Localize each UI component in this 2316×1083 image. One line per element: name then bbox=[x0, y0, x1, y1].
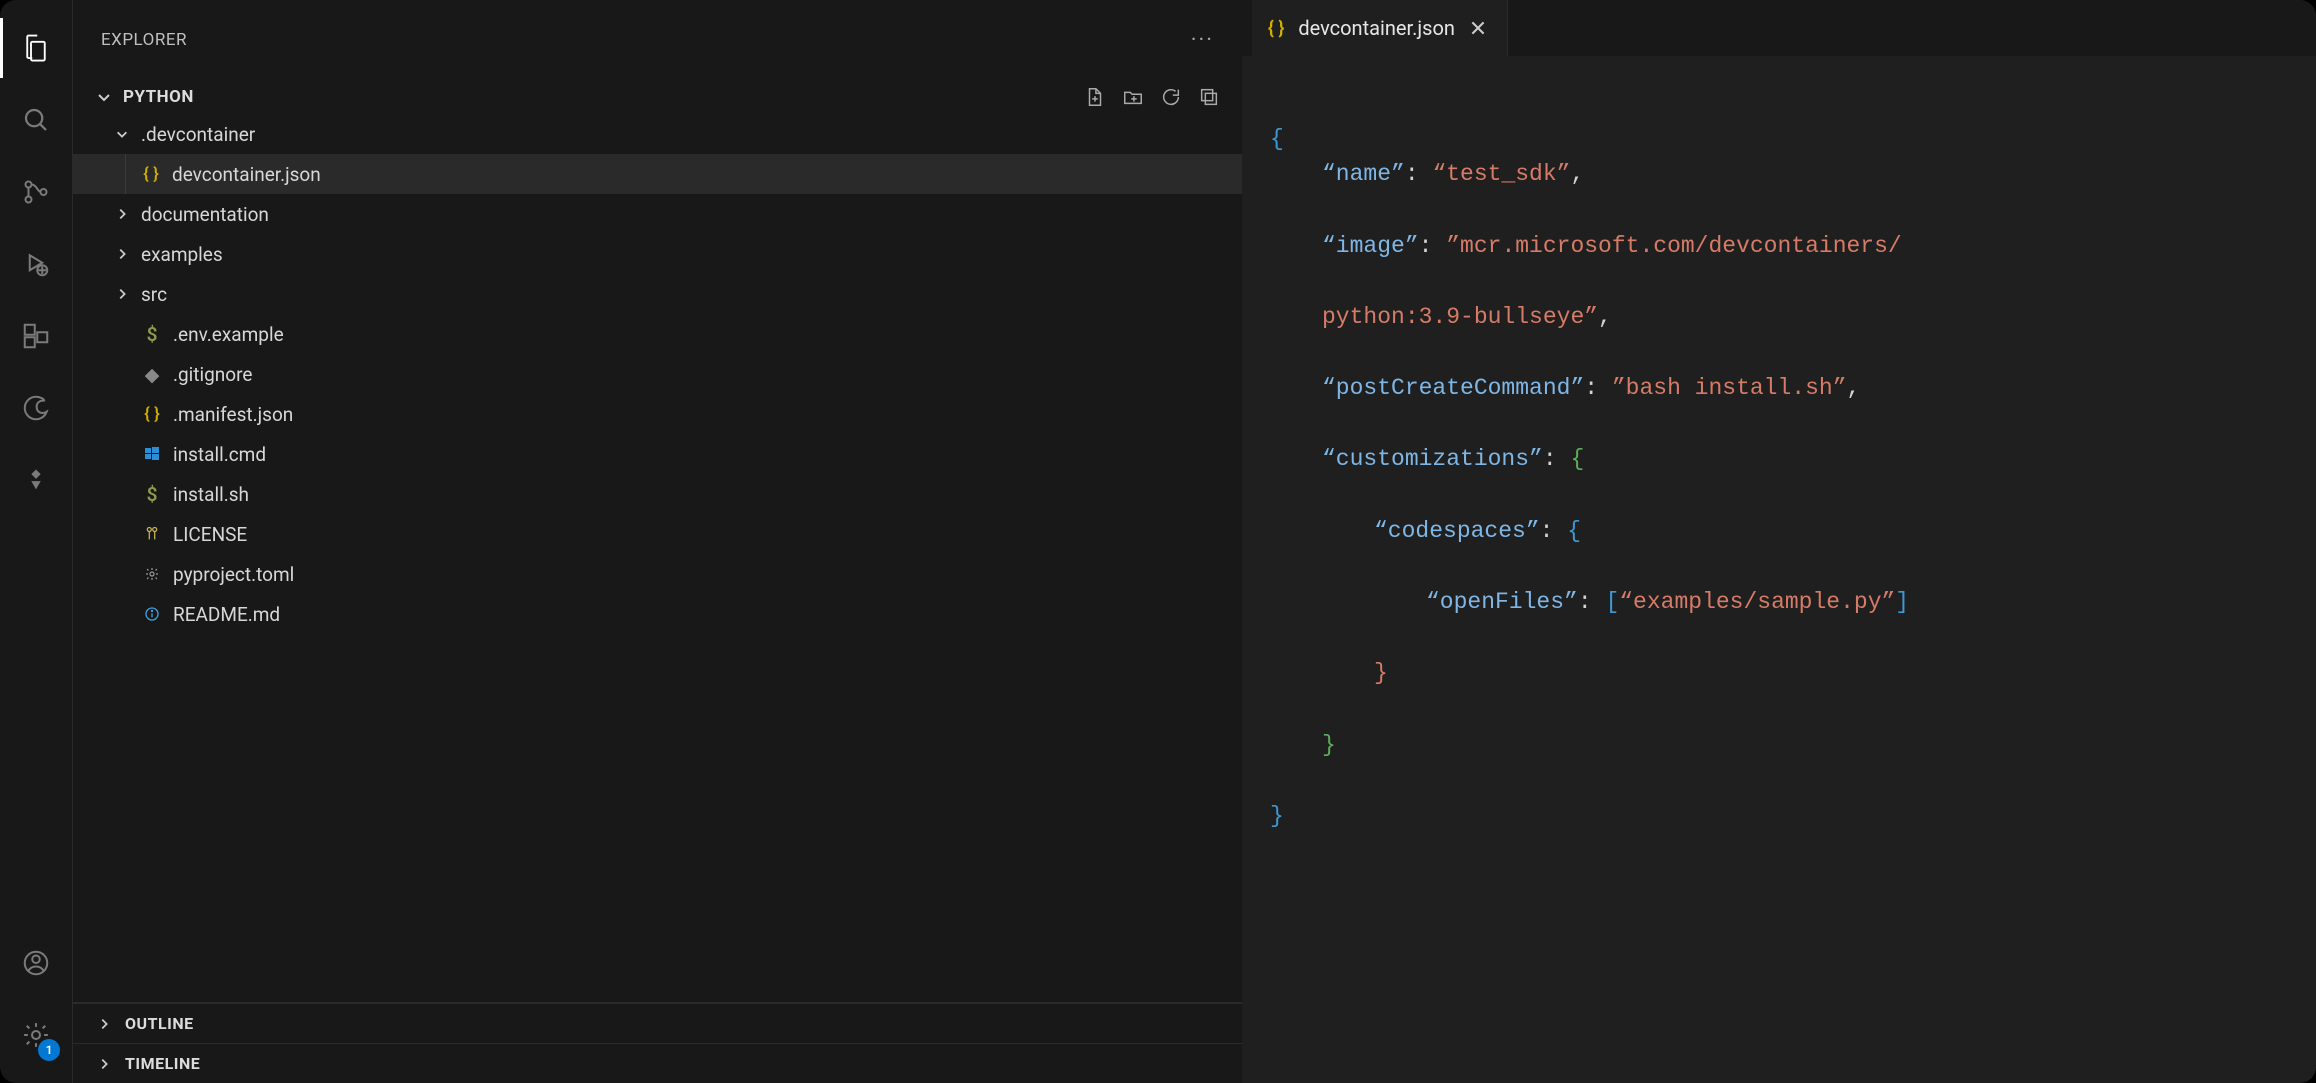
editor-tabbar: { } devcontainer.json bbox=[1242, 0, 2316, 56]
minimap[interactable] bbox=[2266, 56, 2316, 1083]
explorer-header: EXPLORER ··· bbox=[73, 0, 1242, 80]
json-icon: { } bbox=[1268, 18, 1284, 39]
tab-label: devcontainer.json bbox=[1298, 16, 1455, 40]
chevron-right-icon bbox=[113, 287, 131, 301]
shell-icon: $ bbox=[141, 483, 163, 506]
file-tree: .devcontainer { } devcontainer.json docu… bbox=[73, 114, 1242, 1002]
sidebar-bottom-panels: OUTLINE TIMELINE bbox=[73, 1002, 1242, 1083]
git-icon: ◆ bbox=[141, 363, 163, 386]
edge-icon bbox=[21, 393, 51, 423]
file-label: .manifest.json bbox=[173, 403, 293, 426]
folder-documentation[interactable]: documentation bbox=[73, 194, 1242, 234]
project-section-header[interactable]: PYTHON bbox=[73, 80, 1242, 114]
explorer-more-actions[interactable]: ··· bbox=[1191, 28, 1214, 53]
activity-explorer[interactable] bbox=[0, 12, 72, 84]
source-control-icon bbox=[21, 177, 51, 207]
info-icon bbox=[141, 606, 163, 622]
folder-devcontainer[interactable]: .devcontainer bbox=[73, 114, 1242, 154]
folder-label: .devcontainer bbox=[141, 123, 255, 146]
folder-examples[interactable]: examples bbox=[73, 234, 1242, 274]
code-value: “test_sdk” bbox=[1432, 161, 1570, 187]
code-value: “examples/sample.py” bbox=[1619, 589, 1895, 615]
activity-accounts[interactable] bbox=[0, 927, 72, 999]
file-label: devcontainer.json bbox=[172, 163, 321, 186]
collapse-all-button[interactable] bbox=[1198, 86, 1220, 108]
file-gitignore[interactable]: ◆ .gitignore bbox=[73, 354, 1242, 394]
new-folder-button[interactable] bbox=[1122, 86, 1144, 108]
file-label: pyproject.toml bbox=[173, 563, 294, 586]
activity-bar: 1 bbox=[0, 0, 72, 1083]
folder-label: src bbox=[141, 283, 167, 306]
folder-label: documentation bbox=[141, 203, 269, 226]
file-label: .gitignore bbox=[173, 363, 252, 386]
code-key: “name” bbox=[1322, 161, 1405, 187]
config-icon bbox=[141, 566, 163, 582]
file-readme-md[interactable]: README.md bbox=[73, 594, 1242, 634]
timeline-panel-header[interactable]: TIMELINE bbox=[73, 1043, 1242, 1083]
search-icon bbox=[21, 105, 51, 135]
refresh-button[interactable] bbox=[1160, 86, 1182, 108]
code-value: python:3.9-bullseye” bbox=[1322, 304, 1598, 330]
explorer-title: EXPLORER bbox=[101, 30, 187, 50]
explorer-toolbar bbox=[1084, 86, 1220, 108]
activity-run-debug[interactable] bbox=[0, 228, 72, 300]
file-license[interactable]: LICENSE bbox=[73, 514, 1242, 554]
code-value: ”mcr.microsoft.com/devcontainers/ bbox=[1446, 233, 1901, 259]
code-value: ”bash install.sh” bbox=[1612, 375, 1847, 401]
file-install-sh[interactable]: $ install.sh bbox=[73, 474, 1242, 514]
chevron-down-icon bbox=[113, 127, 131, 141]
explorer-sidebar: EXPLORER ··· PYTHON .devcontaine bbox=[72, 0, 1242, 1083]
code-key: “customizations” bbox=[1322, 446, 1543, 472]
json-icon: { } bbox=[140, 164, 162, 184]
code-key: “image” bbox=[1322, 233, 1419, 259]
new-file-button[interactable] bbox=[1084, 86, 1106, 108]
code-key: “postCreateCommand” bbox=[1322, 375, 1584, 401]
file-install-cmd[interactable]: install.cmd bbox=[73, 434, 1242, 474]
outline-panel-header[interactable]: OUTLINE bbox=[73, 1003, 1242, 1043]
activity-extensions[interactable] bbox=[0, 300, 72, 372]
activity-source-control[interactable] bbox=[0, 156, 72, 228]
project-name: PYTHON bbox=[123, 87, 194, 107]
chevron-down-icon bbox=[95, 89, 113, 105]
folder-src[interactable]: src bbox=[73, 274, 1242, 314]
chevron-right-icon bbox=[113, 207, 131, 221]
code-key: “codespaces” bbox=[1374, 518, 1540, 544]
activity-gitlens[interactable] bbox=[0, 444, 72, 516]
json-icon: { } bbox=[141, 404, 163, 424]
folder-label: examples bbox=[141, 243, 223, 266]
settings-badge: 1 bbox=[38, 1039, 60, 1061]
file-devcontainer-json[interactable]: { } devcontainer.json bbox=[73, 154, 1242, 194]
gitlens-icon bbox=[22, 466, 50, 494]
account-icon bbox=[21, 948, 51, 978]
close-tab-button[interactable] bbox=[1469, 19, 1487, 37]
file-label: install.cmd bbox=[173, 443, 266, 466]
activity-search[interactable] bbox=[0, 84, 72, 156]
license-icon bbox=[141, 525, 163, 543]
code-key: “openFiles” bbox=[1426, 589, 1578, 615]
shell-icon: $ bbox=[141, 323, 163, 346]
chevron-right-icon bbox=[113, 247, 131, 261]
activity-edge[interactable] bbox=[0, 372, 72, 444]
files-icon bbox=[21, 33, 51, 63]
chevron-right-icon bbox=[95, 1017, 113, 1031]
file-label: LICENSE bbox=[173, 523, 247, 546]
file-pyproject-toml[interactable]: pyproject.toml bbox=[73, 554, 1242, 594]
code-editor[interactable]: { “name”: “test_sdk”, “image”: ”mcr.micr… bbox=[1242, 56, 2316, 1083]
editor-area: { } devcontainer.json { “name”: “test_sd… bbox=[1242, 0, 2316, 1083]
chevron-right-icon bbox=[95, 1057, 113, 1071]
file-env-example[interactable]: $ .env.example bbox=[73, 314, 1242, 354]
debug-icon bbox=[21, 249, 51, 279]
timeline-label: TIMELINE bbox=[125, 1054, 200, 1073]
file-label: .env.example bbox=[173, 323, 284, 346]
extensions-icon bbox=[21, 321, 51, 351]
outline-label: OUTLINE bbox=[125, 1014, 194, 1033]
editor-tab-devcontainer[interactable]: { } devcontainer.json bbox=[1252, 0, 1508, 56]
file-label: README.md bbox=[173, 603, 280, 626]
file-label: install.sh bbox=[173, 483, 249, 506]
activity-settings[interactable]: 1 bbox=[0, 999, 72, 1071]
file-manifest-json[interactable]: { } .manifest.json bbox=[73, 394, 1242, 434]
windows-icon bbox=[141, 446, 163, 462]
vscode-window: 1 EXPLORER ··· PYTHON bbox=[0, 0, 2316, 1083]
